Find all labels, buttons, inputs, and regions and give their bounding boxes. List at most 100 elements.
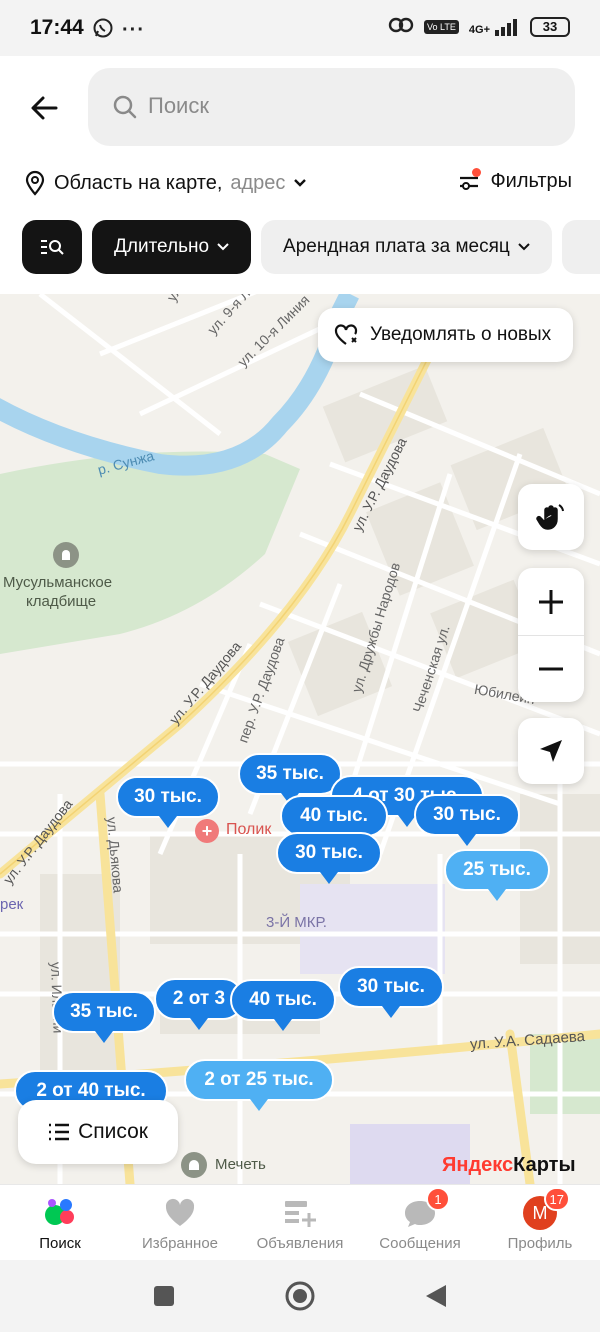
status-right-icons: Vo LTE 4G+ 33: [388, 16, 570, 37]
clinic-icon: +: [195, 819, 219, 843]
notify-new-label: Уведомлять о новых: [370, 324, 552, 345]
pin-tail: [320, 872, 338, 884]
search-box[interactable]: [88, 68, 575, 146]
map-label-mosque: Мечеть: [215, 1156, 266, 1173]
price-pin-label: 40 тыс.: [249, 989, 317, 1010]
zoom-in-button[interactable]: [518, 569, 584, 635]
price-pin-label: 40 тыс.: [300, 805, 368, 826]
home-button[interactable]: [280, 1276, 320, 1316]
price-pin[interactable]: 30 тыс.: [116, 776, 220, 828]
price-pin[interactable]: 35 тыс.: [238, 753, 342, 805]
pin-tail: [95, 1031, 113, 1043]
area-selector[interactable]: Область на карте, адрес: [24, 170, 307, 196]
nav-messages-label: Сообщения: [379, 1235, 461, 1252]
filters-active-dot: [472, 167, 482, 177]
nav-search-label: Поиск: [39, 1235, 81, 1252]
heart-icon: [162, 1195, 198, 1231]
system-back-button[interactable]: [416, 1276, 456, 1316]
nav-ads[interactable]: Объявления: [240, 1185, 360, 1260]
recents-button[interactable]: [144, 1276, 184, 1316]
price-pin-label: 35 тыс.: [70, 1001, 138, 1022]
map-label-street: рек: [0, 896, 24, 913]
price-pin[interactable]: 40 тыс.: [280, 795, 388, 847]
status-time: 17:44: [30, 16, 84, 39]
chip-rent-price[interactable]: Арендная плата за месяц: [261, 220, 552, 274]
ads-icon: [282, 1195, 318, 1231]
chat-icon: 1: [402, 1187, 450, 1231]
cemetery-icon: [53, 542, 79, 568]
nav-messages[interactable]: 1 Сообщения: [360, 1185, 480, 1260]
gesture-button[interactable]: [518, 484, 584, 550]
header: Область на карте, адрес Фильтры Длительн…: [0, 56, 600, 294]
price-pin-label: 2 от 40 тыс.: [36, 1080, 146, 1101]
price-pin-label: 30 тыс.: [433, 804, 501, 825]
chevron-down-icon: [217, 243, 229, 251]
hand-gesture-icon: [536, 504, 564, 530]
price-pin-label: 30 тыс.: [134, 786, 202, 807]
nav-profile[interactable]: M 17 Профиль: [480, 1185, 600, 1260]
status-left-icons: ···: [92, 17, 145, 44]
search-icon: [112, 94, 138, 125]
back-button[interactable]: [24, 88, 64, 128]
map-background[interactable]: [0, 294, 600, 1184]
zoom-controls: [518, 568, 584, 702]
chip-rent-price-label: Арендная плата за месяц: [283, 236, 510, 257]
filters-icon: [458, 167, 482, 193]
battery-indicator: 33: [530, 16, 570, 37]
filter-search-icon: [41, 240, 64, 255]
list-icon: [49, 1123, 70, 1141]
whatsapp-icon: [92, 17, 114, 44]
map[interactable]: ул. ул. 9-я Л ул. 10-я Линия р. Сунжа ул…: [0, 294, 600, 1184]
price-pin-label: 30 тыс.: [295, 842, 363, 863]
area-sub-label: адрес: [230, 171, 286, 194]
triangle-back-icon: [426, 1285, 446, 1307]
messages-badge: 1: [426, 1187, 450, 1211]
price-pin[interactable]: 30 тыс.: [276, 832, 382, 884]
search-input[interactable]: [148, 86, 548, 126]
filters-button[interactable]: Фильтры: [458, 167, 572, 193]
map-label-clinic: Полик: [226, 821, 272, 838]
nav-profile-label: Профиль: [507, 1235, 573, 1252]
price-pin-label: 2 от 25 тыс.: [204, 1069, 314, 1090]
search-tab-icon: [42, 1195, 78, 1231]
heart-plus-icon: [334, 324, 358, 345]
pin-tail: [159, 816, 177, 828]
pin-tail: [274, 1019, 292, 1031]
pin-tail: [488, 889, 506, 901]
logo-part-2: Карты: [513, 1154, 576, 1176]
my-location-button[interactable]: [518, 718, 584, 784]
list-view-button[interactable]: Список: [18, 1100, 178, 1164]
zoom-out-button[interactable]: [518, 636, 584, 702]
filter-chips: Длительно Арендная плата за месяц: [22, 220, 600, 274]
price-pin[interactable]: 40 тыс.: [230, 979, 336, 1031]
chip-duration[interactable]: Длительно: [92, 220, 252, 274]
price-pin[interactable]: 35 тыс.: [52, 991, 156, 1043]
chip-more[interactable]: [561, 220, 600, 274]
price-pin-label: 25 тыс.: [463, 859, 531, 880]
minus-icon: [539, 667, 563, 670]
circle-icon: [285, 1281, 315, 1311]
list-view-label: Список: [78, 1120, 148, 1143]
map-label-cemetery: кладбище: [26, 593, 97, 610]
profile-badge: 17: [543, 1187, 570, 1211]
link-icon: [388, 16, 414, 37]
mosque-icon: [181, 1152, 207, 1178]
nav-favorites[interactable]: Избранное: [120, 1185, 240, 1260]
bottom-nav: Поиск Избранное Объявления 1 Сообщения M…: [0, 1184, 600, 1260]
navigation-arrow-icon: [540, 740, 562, 762]
price-pin[interactable]: 2 от 25 тыс.: [184, 1059, 334, 1111]
chip-filter-search[interactable]: [22, 220, 82, 274]
price-pin[interactable]: 25 тыс.: [444, 849, 550, 901]
square-icon: [154, 1286, 174, 1306]
price-pin[interactable]: 30 тыс.: [414, 794, 520, 846]
price-pin-label: 30 тыс.: [357, 976, 425, 997]
volte-badge: Vo LTE: [424, 19, 459, 34]
price-pin[interactable]: 30 тыс.: [338, 966, 444, 1018]
pin-tail: [458, 834, 476, 846]
chevron-down-icon: [294, 179, 307, 187]
location-pin-icon: [25, 170, 45, 196]
map-label-district: 3-Й МКР.: [266, 914, 327, 931]
status-bar: 17:44 ··· Vo LTE 4G+ 33: [0, 0, 600, 56]
nav-search[interactable]: Поиск: [0, 1185, 120, 1260]
notify-new-button[interactable]: Уведомлять о новых: [318, 308, 574, 362]
